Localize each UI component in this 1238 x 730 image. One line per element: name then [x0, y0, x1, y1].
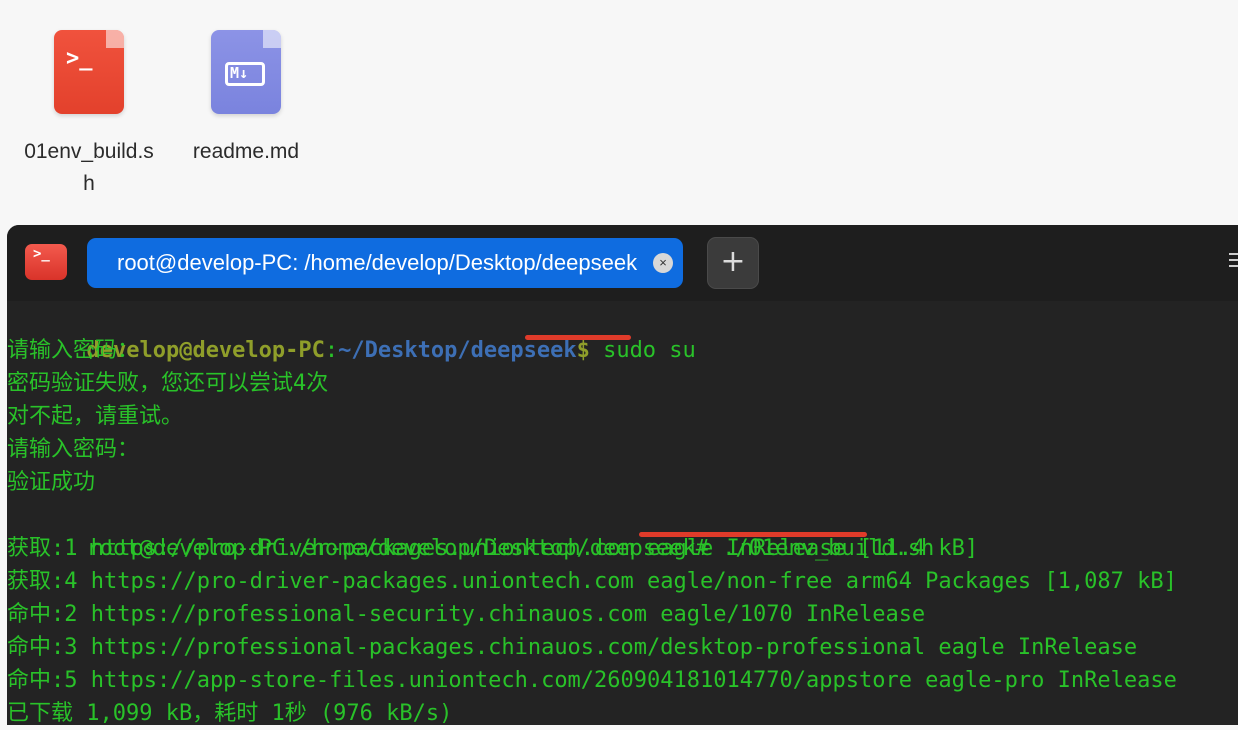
prompt-path: ~/Desktop/deepseek	[338, 338, 577, 363]
menu-icon[interactable]	[1229, 253, 1238, 269]
menu-bar	[1229, 265, 1238, 267]
new-tab-button[interactable]: +	[707, 237, 759, 289]
markdown-glyph-text: M↓	[230, 64, 249, 82]
output-line: 密码验证失败，您还可以尝试4次	[7, 371, 329, 396]
command-text: sudo su	[589, 338, 696, 363]
tab-close-icon[interactable]: ×	[653, 253, 673, 273]
file-label-line1: 01env_build.s	[24, 140, 154, 163]
output-line: 命中:3 https://professional-packages.china…	[7, 635, 1138, 660]
prompt-colon: :	[324, 338, 339, 363]
markdown-icon[interactable]: M↓	[211, 30, 281, 114]
terminal-app-icon: >_	[25, 244, 67, 280]
menu-bar	[1229, 259, 1238, 261]
markdown-glyph: M↓	[225, 62, 265, 86]
annotation-underline	[525, 335, 631, 340]
output-line: 验证成功	[7, 470, 96, 495]
terminal-titlebar: >_ root@develop-PC: /home/develop/Deskto…	[7, 225, 1238, 301]
output-line: 获取:1 https://pro-driver-packages.unionte…	[7, 536, 979, 561]
output-line: 命中:2 https://professional-security.china…	[7, 602, 926, 627]
file-label-01env-build[interactable]: 01env_build.s h	[14, 136, 164, 200]
output-line: 对不起，请重试。	[7, 404, 184, 429]
output-line: 已下载 1,099 kB，耗时 1秒 (976 kB/s)	[7, 701, 453, 726]
file-label-readme[interactable]: readme.md	[176, 136, 316, 168]
tab-active[interactable]: root@develop-PC: /home/develop/Desktop/d…	[87, 238, 683, 288]
desktop: >_ 01env_build.s h M↓ readme.md	[0, 0, 1238, 230]
prompt-glyph: >_	[66, 46, 93, 71]
terminal-window[interactable]: >_ root@develop-PC: /home/develop/Deskto…	[7, 225, 1238, 726]
menu-bar	[1229, 253, 1238, 255]
file-label-line2: h	[83, 172, 95, 195]
prompt-line-user: develop@develop-PC:~/Desktop/deepseek$ s…	[7, 301, 695, 363]
prompt-line-root: root@develop-PC:/home/develop/Desktop/de…	[7, 499, 934, 561]
output-line: 请输入密码：	[7, 338, 140, 363]
tab-title: root@develop-PC: /home/develop/Desktop/d…	[117, 250, 638, 275]
output-line: 请输入密码：	[7, 437, 140, 462]
prompt-dollar: $	[576, 338, 590, 363]
page-fold	[263, 30, 281, 48]
output-line: 命中:5 https://app-store-files.uniontech.c…	[7, 668, 1177, 693]
terminal-script-icon[interactable]: >_	[54, 30, 124, 114]
output-line: 获取:4 https://pro-driver-packages.unionte…	[7, 569, 1177, 594]
file-label-line1: readme.md	[192, 140, 300, 163]
